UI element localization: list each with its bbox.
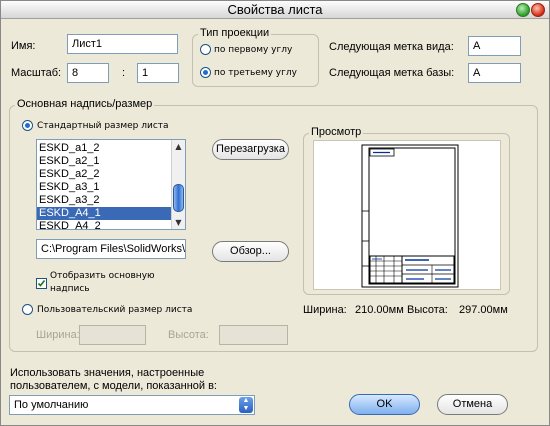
sheet-format-legend: Основная надпись/размер bbox=[15, 98, 155, 110]
preview-height-label: Высота: bbox=[407, 304, 448, 316]
display-format-label-line1: Отобразить основную bbox=[50, 271, 155, 281]
model-source-selected: По умолчанию bbox=[14, 399, 89, 411]
next-datum-label-field[interactable]: A bbox=[468, 63, 521, 83]
next-view-label-text: Следующая метка вида: bbox=[329, 41, 454, 53]
checkmark-icon bbox=[37, 280, 46, 287]
model-source-label-line1: Использовать значения, настроенные bbox=[10, 367, 205, 379]
preview-width-value: 210.00мм bbox=[355, 304, 404, 316]
standard-size-label: Стандартный размер листа bbox=[37, 121, 169, 131]
custom-size-radio[interactable] bbox=[22, 304, 33, 315]
scale-numerator-field[interactable]: 8 bbox=[67, 63, 109, 83]
scroll-down-icon[interactable]: ▼ bbox=[173, 217, 184, 228]
scroll-thumb[interactable] bbox=[173, 184, 184, 212]
third-angle-label: по третьему углу bbox=[214, 68, 297, 78]
model-source-label-line2: пользователем, с модели, показанной в: bbox=[10, 380, 217, 392]
custom-height-field bbox=[219, 325, 288, 345]
display-format-checkbox[interactable] bbox=[36, 278, 47, 289]
list-scrollbar[interactable]: ▲ ▼ bbox=[171, 140, 185, 229]
reload-button[interactable]: Перезагрузка bbox=[212, 139, 289, 160]
list-item[interactable]: ESKD_a3_1 bbox=[37, 181, 185, 194]
model-source-select[interactable]: По умолчанию ▲ ▼ bbox=[9, 395, 255, 415]
window-title: Свойства листа bbox=[227, 2, 323, 17]
next-datum-label-text: Следующая метка базы: bbox=[329, 67, 455, 79]
third-angle-radio[interactable] bbox=[200, 67, 211, 78]
list-item[interactable]: ESKD_A4_2 bbox=[37, 220, 185, 229]
ok-button[interactable]: OK bbox=[349, 394, 420, 415]
list-item[interactable]: ESKD_a3_2 bbox=[37, 194, 185, 207]
sheet-format-list[interactable]: ESKD_a1_2 ESKD_a2_1 ESKD_a2_2 ESKD_a3_1 … bbox=[36, 139, 186, 230]
scale-label: Масштаб: bbox=[11, 67, 62, 79]
display-format-label-line2: надпись bbox=[50, 284, 90, 294]
sheet-preview-image bbox=[313, 140, 501, 290]
name-label: Имя: bbox=[11, 40, 36, 52]
standard-size-radio[interactable] bbox=[22, 120, 33, 131]
browse-button[interactable]: Обзор... bbox=[212, 241, 289, 262]
custom-width-label: Ширина: bbox=[36, 329, 80, 341]
dropdown-arrows-icon[interactable]: ▲ ▼ bbox=[239, 397, 253, 413]
scroll-up-icon[interactable]: ▲ bbox=[173, 141, 184, 152]
title-bar[interactable]: Свойства листа bbox=[1, 1, 549, 19]
list-item[interactable]: ESKD_a2_1 bbox=[37, 155, 185, 168]
custom-size-label: Пользовательский размер листа bbox=[37, 305, 193, 315]
scale-denominator-field[interactable]: 1 bbox=[137, 63, 179, 83]
cancel-button[interactable]: Отмена bbox=[437, 394, 508, 415]
scale-separator: : bbox=[122, 67, 126, 79]
custom-width-field bbox=[79, 325, 146, 345]
sheet-drawing-icon bbox=[361, 144, 459, 288]
next-view-label-field[interactable]: A bbox=[468, 36, 521, 56]
preview-legend: Просмотр bbox=[309, 126, 364, 138]
sheet-properties-dialog: Свойства листа Имя: Лист1 Масштаб: 8 : 1… bbox=[0, 0, 550, 426]
custom-height-label: Высота: bbox=[168, 329, 209, 341]
preview-height-value: 297.00мм bbox=[459, 304, 508, 316]
list-item[interactable]: ESKD_a2_2 bbox=[37, 168, 185, 181]
name-field[interactable]: Лист1 bbox=[67, 34, 178, 54]
projection-type-group bbox=[192, 34, 319, 87]
preview-width-label: Ширина: bbox=[303, 304, 347, 316]
maximize-button[interactable] bbox=[516, 3, 530, 17]
close-button[interactable] bbox=[531, 3, 545, 17]
list-item-selected[interactable]: ESKD_A4_1 bbox=[37, 207, 185, 220]
projection-type-legend: Тип проекции bbox=[198, 27, 272, 39]
format-path-field[interactable]: C:\Program Files\SolidWorks\ bbox=[36, 239, 186, 259]
list-item[interactable]: ESKD_a1_2 bbox=[37, 142, 185, 155]
first-angle-label: по первому углу bbox=[214, 45, 293, 55]
first-angle-radio[interactable] bbox=[200, 44, 211, 55]
